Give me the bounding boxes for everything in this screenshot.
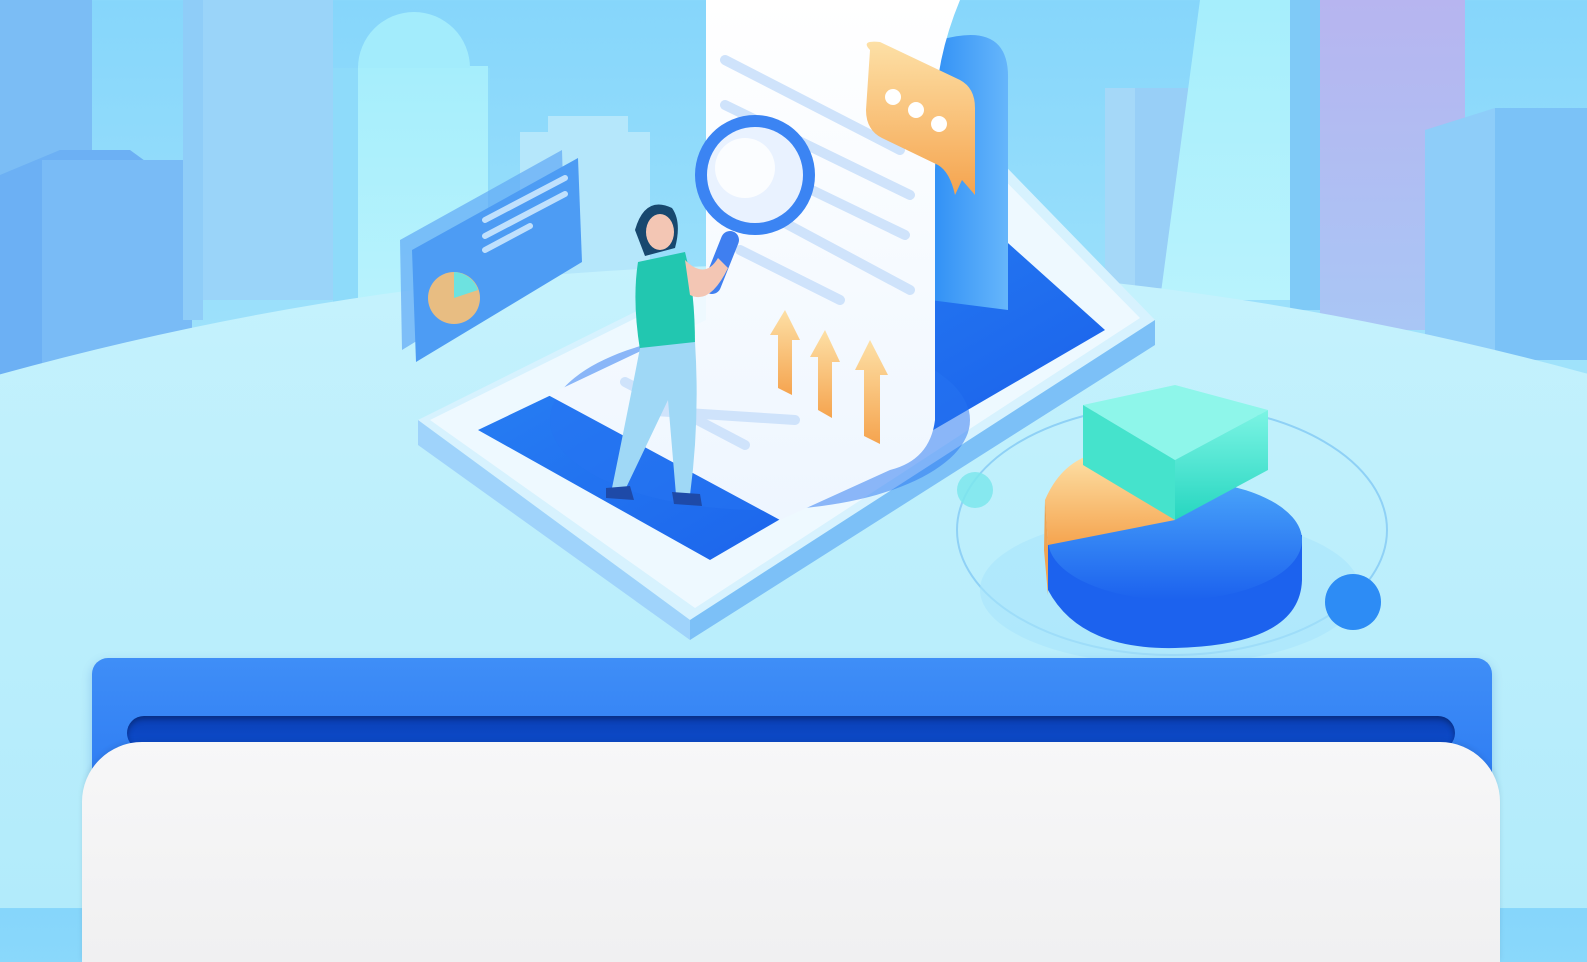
- content-sheet: [82, 742, 1500, 962]
